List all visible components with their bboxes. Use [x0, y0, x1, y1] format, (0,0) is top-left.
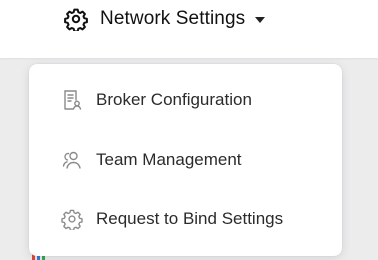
- menu-item-broker-configuration[interactable]: Broker Configuration: [29, 78, 342, 122]
- top-bar: Network Settings: [0, 0, 378, 58]
- menu-item-label: Broker Configuration: [96, 90, 252, 109]
- caret-down-icon: [255, 17, 266, 23]
- gear-icon: [64, 7, 88, 33]
- document-user-icon: [61, 89, 83, 111]
- page-title: Network Settings: [100, 8, 246, 29]
- gear-icon: [61, 208, 83, 232]
- dropdown-menu: Broker Configuration Team Management Req…: [29, 64, 342, 256]
- menu-item-label: Request to Bind Settings: [96, 209, 284, 228]
- menu-item-request-to-bind-settings[interactable]: Request to Bind Settings: [29, 197, 342, 241]
- users-icon: [61, 149, 83, 171]
- menu-item-team-management[interactable]: Team Management: [29, 138, 342, 182]
- menu-item-label: Team Management: [96, 150, 242, 169]
- network-settings-dropdown[interactable]: Network Settings: [64, 6, 266, 33]
- app-window: Network Settings API Status Broker Confi: [0, 0, 378, 260]
